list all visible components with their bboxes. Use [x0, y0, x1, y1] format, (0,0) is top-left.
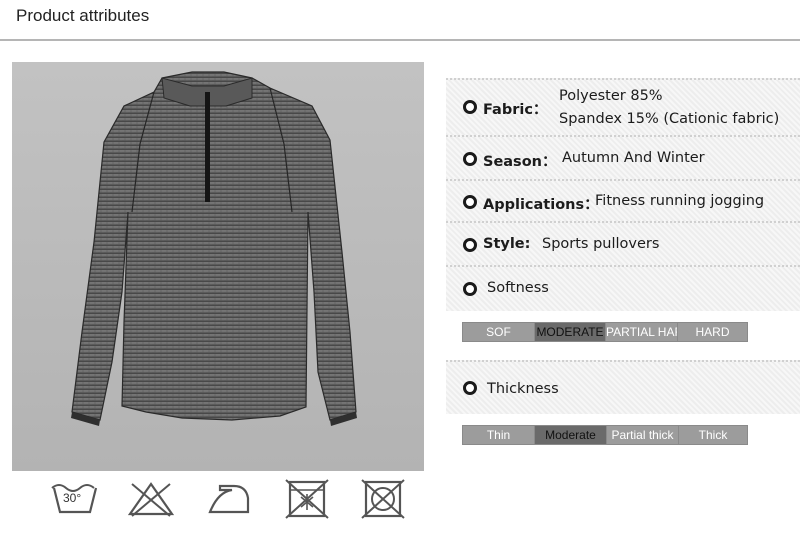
- thickness-scale-row: Thin Moderate Partial thick Thick: [446, 414, 800, 458]
- thickness-option-partial-thick: Partial thick: [606, 426, 678, 444]
- season-value: Autumn And Winter: [562, 150, 705, 166]
- no-bleach-icon: [124, 476, 178, 520]
- thickness-row: Thickness: [446, 360, 800, 416]
- softness-option-hard: HARD: [677, 323, 747, 341]
- thickness-option-moderate: Moderate: [534, 426, 606, 444]
- season-label: Season：: [483, 154, 557, 170]
- thickness-label: Thickness: [487, 381, 559, 397]
- thickness-option-thin: Thin: [463, 426, 534, 444]
- bullet-icon: [463, 282, 477, 296]
- fabric-row: Fabric： Polyester 85% Spandex 15% (Catio…: [446, 78, 800, 135]
- softness-option-moderate: MODERATE: [534, 323, 605, 341]
- section-title: Product attributes: [16, 6, 150, 25]
- bullet-icon: [463, 238, 477, 252]
- thickness-scale: Thin Moderate Partial thick Thick: [462, 425, 748, 445]
- season-row: Season： Autumn And Winter: [446, 135, 800, 179]
- bullet-icon: [463, 381, 477, 395]
- no-tumble-dry-icon: [280, 476, 334, 520]
- fabric-label: Fabric：: [483, 102, 548, 118]
- bullet-icon: [463, 152, 477, 166]
- applications-label: Applications：: [483, 197, 599, 213]
- header-divider: [0, 39, 800, 41]
- softness-label: Softness: [487, 280, 549, 296]
- softness-option-sof: SOF: [463, 323, 534, 341]
- thickness-option-thick: Thick: [678, 426, 747, 444]
- style-value: Sports pullovers: [542, 236, 660, 252]
- bullet-icon: [463, 195, 477, 209]
- softness-scale: SOFMODERATEPARTIAL HARDHARD: [462, 322, 748, 342]
- wash-temperature-label: 30°: [63, 491, 82, 505]
- fabric-value-spandex: Spandex 15% (Cationic fabric): [559, 111, 780, 127]
- wash-30-icon: 30°: [48, 476, 102, 520]
- softness-row: Softness: [446, 265, 800, 311]
- softness-option-partial-hard: PARTIAL HARD: [605, 323, 677, 341]
- fabric-value-polyester: Polyester 85%: [559, 88, 663, 104]
- style-label: Style:: [483, 236, 531, 252]
- bullet-icon: [463, 100, 477, 114]
- iron-icon: [202, 476, 256, 520]
- product-image: [12, 62, 424, 471]
- care-instructions: 30°: [48, 476, 418, 520]
- no-dry-clean-icon: [356, 476, 410, 520]
- softness-scale-row: SOFMODERATEPARTIAL HARDHARD: [446, 311, 800, 355]
- applications-row: Applications： Fitness running jogging: [446, 179, 800, 221]
- attributes-panel: Fabric： Polyester 85% Spandex 15% (Catio…: [446, 78, 800, 476]
- style-row: Style: Sports pullovers: [446, 221, 800, 265]
- applications-value: Fitness running jogging: [595, 193, 765, 209]
